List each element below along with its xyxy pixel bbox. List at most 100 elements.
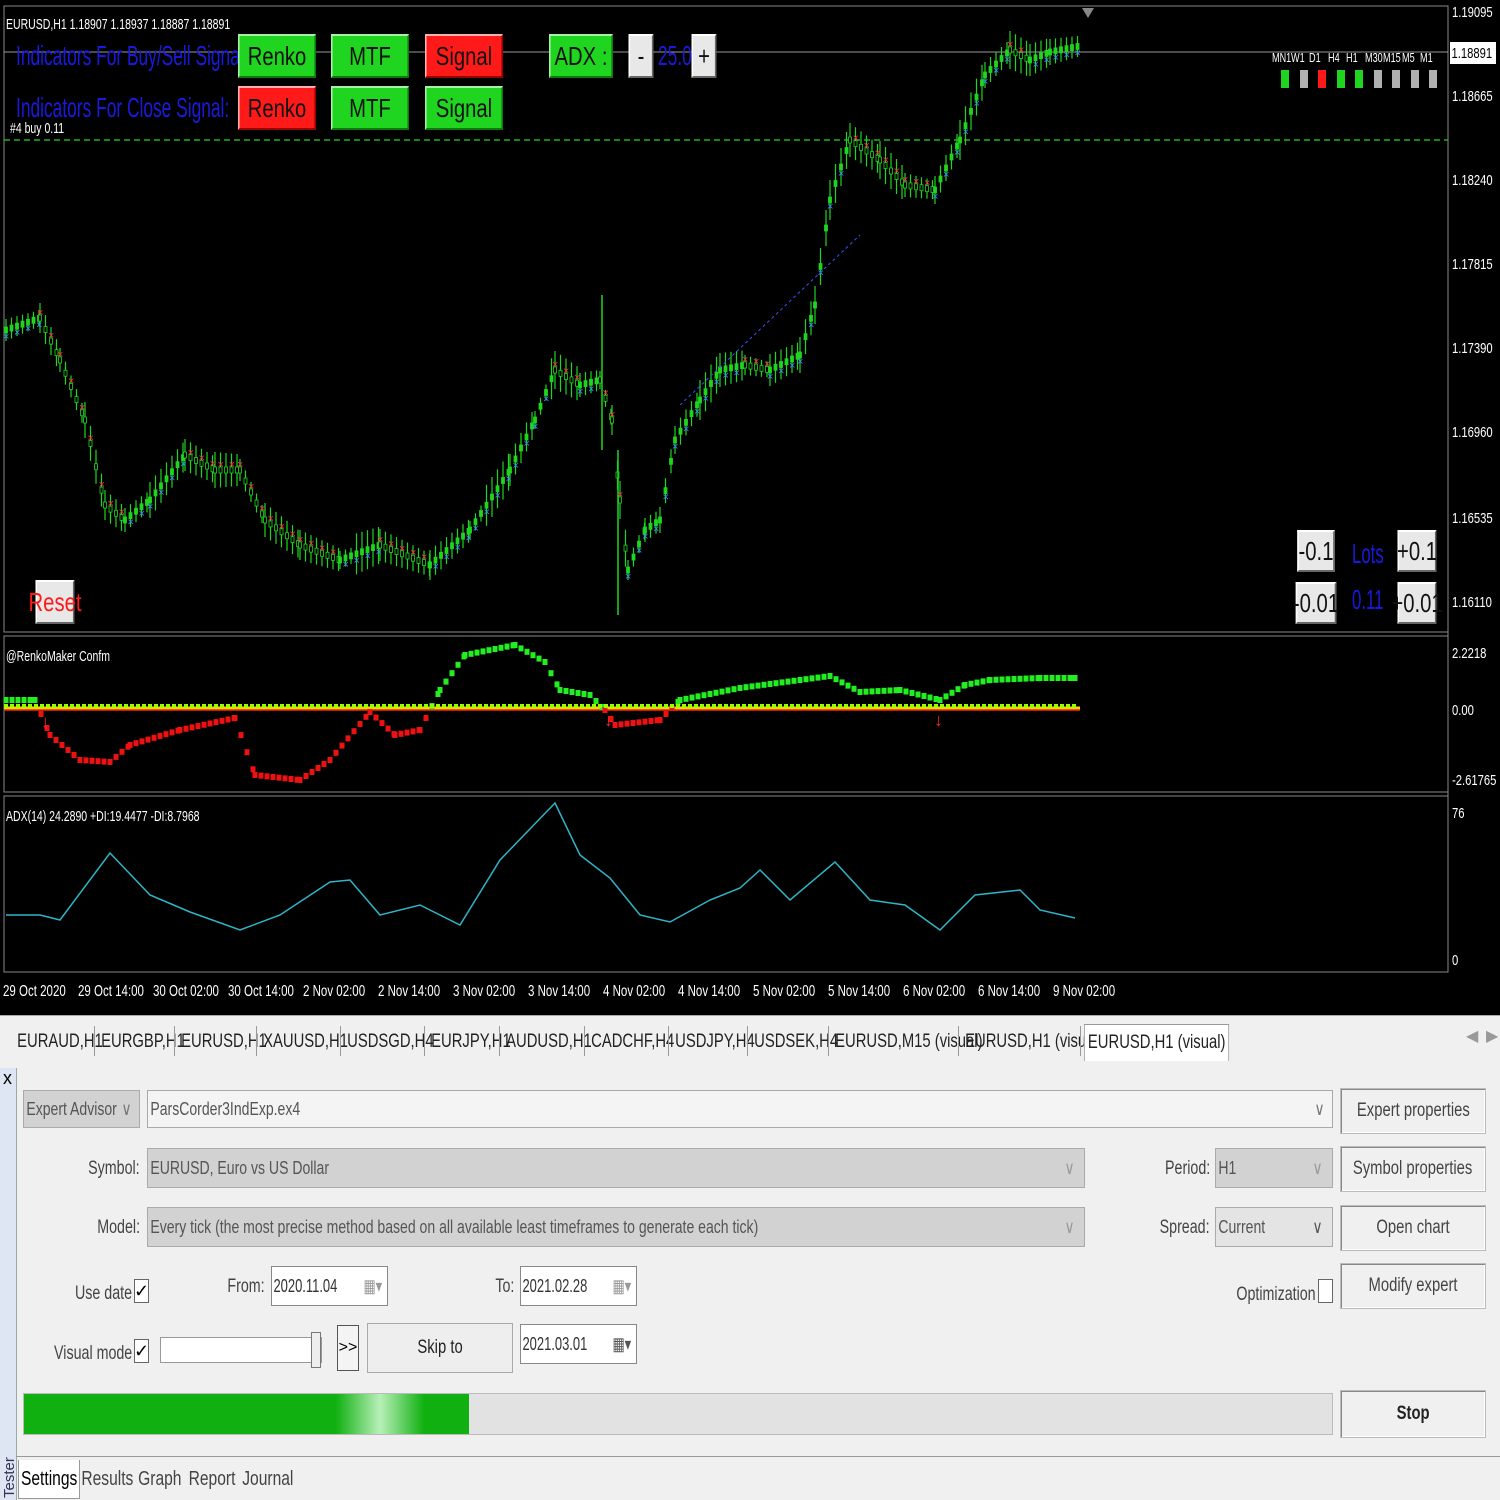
buy-signal-mark: ×	[797, 356, 803, 368]
buy-signal-mark: ×	[365, 551, 371, 563]
model-select[interactable]: Every tick (the most precise method base…	[147, 1207, 1085, 1247]
modify-expert-button[interactable]: Modify expert	[1340, 1263, 1486, 1309]
symbol-properties-button[interactable]: Symbol properties	[1340, 1146, 1486, 1192]
price-tick: 1.18665	[1452, 88, 1493, 105]
renko-base-dot	[916, 704, 920, 708]
price-chart-canvas[interactable]: × × × × × × × × × × × × × × × × × × × × × × × × × × × × × × × × × × × × × × × ×…	[0, 0, 1500, 1015]
chart-tab[interactable]: CADCHF,H4	[588, 1024, 677, 1060]
renko-base-dot	[724, 704, 728, 708]
renko-base-dot	[172, 704, 176, 708]
period-select[interactable]: H1 ∨	[1215, 1148, 1333, 1188]
renko-base-dot	[850, 704, 854, 708]
renko-bar	[851, 685, 857, 692]
renko-bar	[455, 661, 461, 668]
renko-base-dot	[592, 704, 596, 708]
renko-bar	[1067, 675, 1073, 681]
sell-signal-mark: ×	[119, 506, 125, 518]
close-mtf-button[interactable]: MTF	[331, 86, 409, 130]
symbol-select[interactable]: EURUSD, Euro vs US Dollar ∨	[147, 1148, 1085, 1188]
visual-speed-slider-handle[interactable]	[311, 1332, 321, 1368]
renko-bar	[636, 719, 642, 726]
reset-button[interactable]: Reset	[29, 580, 81, 624]
optimization-checkbox[interactable]	[1318, 1279, 1333, 1303]
lots-minus-0.1-button[interactable]: -0.1	[1297, 530, 1335, 572]
candle-body	[43, 326, 48, 333]
buy-signal-mark: ×	[653, 524, 659, 536]
buy-renko-button[interactable]: Renko	[238, 34, 316, 78]
renko-bar	[303, 773, 309, 779]
open-chart-button[interactable]: Open chart	[1340, 1205, 1486, 1251]
stop-button[interactable]: Stop	[1340, 1390, 1486, 1438]
buy-mtf-button[interactable]: MTF	[331, 34, 409, 78]
candle-body	[1039, 52, 1043, 59]
skip-to-button[interactable]: Skip to	[367, 1323, 513, 1373]
chart-tab[interactable]: USDSGD,H4	[344, 1024, 437, 1060]
spread-select[interactable]: Current ∨	[1215, 1207, 1333, 1247]
chart-tab[interactable]: AUDUSD,H1	[503, 1024, 595, 1060]
from-date-field[interactable]: 2020.11.04 ▦▾	[271, 1266, 388, 1306]
renko-bar	[351, 728, 357, 735]
candle-body	[1013, 49, 1018, 57]
adx-axis-top: 76	[1452, 805, 1465, 822]
buy-signal-mark: ×	[1075, 48, 1081, 60]
close-renko-button[interactable]: Renko	[238, 86, 316, 130]
adx-minus-button[interactable]: -	[628, 34, 654, 78]
lots-plus-0.1-button[interactable]: +0.1	[1397, 530, 1437, 572]
tab-results[interactable]: Results	[81, 1460, 133, 1498]
buy-signal-mark: ×	[714, 376, 720, 388]
lots-minus-0.01-button[interactable]: -0.01	[1293, 582, 1339, 624]
time-tick: 9 Nov 02:00	[1053, 983, 1116, 1000]
tabs-scroll-left-icon[interactable]: ◀	[1466, 1026, 1478, 1046]
renko-bar	[937, 697, 943, 703]
renko-base-dot	[844, 704, 848, 708]
renko-base-dot	[358, 704, 362, 708]
chart-tab[interactable]: EURJPY,H1	[428, 1024, 514, 1060]
renko-bar	[127, 742, 133, 748]
adx-value: 25.0	[658, 40, 692, 71]
to-date-field[interactable]: 2021.02.28 ▦▾	[520, 1266, 637, 1306]
renko-base-dot	[616, 704, 620, 708]
renko-base-dot	[322, 704, 326, 708]
tester-close-icon[interactable]: x	[3, 1068, 12, 1089]
tab-settings[interactable]: Settings	[18, 1460, 80, 1499]
chart-window[interactable]: × × × × × × × × × × × × × × × × × × × × × × × × × × × × × × × × × × × × × × × ×…	[0, 0, 1500, 1015]
tabs-scroll-right-icon[interactable]: ▶	[1486, 1026, 1498, 1046]
renko-base-dot	[346, 704, 350, 708]
visual-mode-checkbox[interactable]: ✓	[134, 1339, 149, 1363]
adx-label-button[interactable]: ADX :	[549, 34, 613, 78]
renko-base-dot	[418, 704, 422, 708]
chart-tab[interactable]: EURAUD,H1	[14, 1024, 106, 1060]
time-tick: 5 Nov 02:00	[753, 983, 816, 1000]
buy-signal-mark: ×	[838, 168, 844, 180]
renko-base-dot	[988, 704, 992, 708]
expert-file-select[interactable]: ParsCorder3IndExp.ex4 ∨	[147, 1090, 1333, 1128]
fast-forward-button[interactable]: >>	[337, 1325, 359, 1371]
sell-signal-mark: ×	[388, 538, 394, 550]
buy-signal-button[interactable]: Signal	[425, 34, 503, 78]
expert-properties-button[interactable]: Expert properties	[1340, 1088, 1486, 1134]
chart-tab[interactable]: USDJPY,H4	[672, 1024, 758, 1060]
renko-base-dot	[478, 704, 482, 708]
skip-to-date-field[interactable]: 2021.03.01 ▦▾	[520, 1324, 637, 1364]
renko-base-dot	[460, 704, 464, 708]
chart-tab[interactable]: XAUUSD,H1	[260, 1024, 351, 1060]
buy-signal-mark: ×	[180, 459, 186, 471]
tester-type-select[interactable]: Expert Advisor ∨	[23, 1090, 140, 1128]
use-date-checkbox[interactable]: ✓	[134, 1279, 149, 1303]
lots-plus-0.01-button[interactable]: +0.01	[1391, 582, 1443, 624]
renko-bar	[244, 749, 250, 756]
chart-tab[interactable]: EURUSD,H1 (visual)	[1084, 1024, 1230, 1061]
tab-journal[interactable]: Journal	[242, 1460, 293, 1498]
buy-signal-mark: ×	[703, 393, 709, 405]
buy-signal-mark: ×	[818, 268, 824, 280]
tab-graph[interactable]: Graph	[138, 1460, 182, 1498]
renko-base-dot	[748, 704, 752, 708]
tab-report[interactable]: Report	[189, 1460, 236, 1498]
renko-base-dot	[790, 704, 794, 708]
buy-signal-mark: ×	[827, 201, 833, 213]
adx-plus-button[interactable]: +	[691, 34, 717, 78]
visual-speed-slider[interactable]	[160, 1332, 322, 1368]
close-signal-button[interactable]: Signal	[425, 86, 503, 130]
candle-body	[274, 524, 278, 532]
time-tick: 30 Oct 14:00	[228, 983, 294, 1000]
